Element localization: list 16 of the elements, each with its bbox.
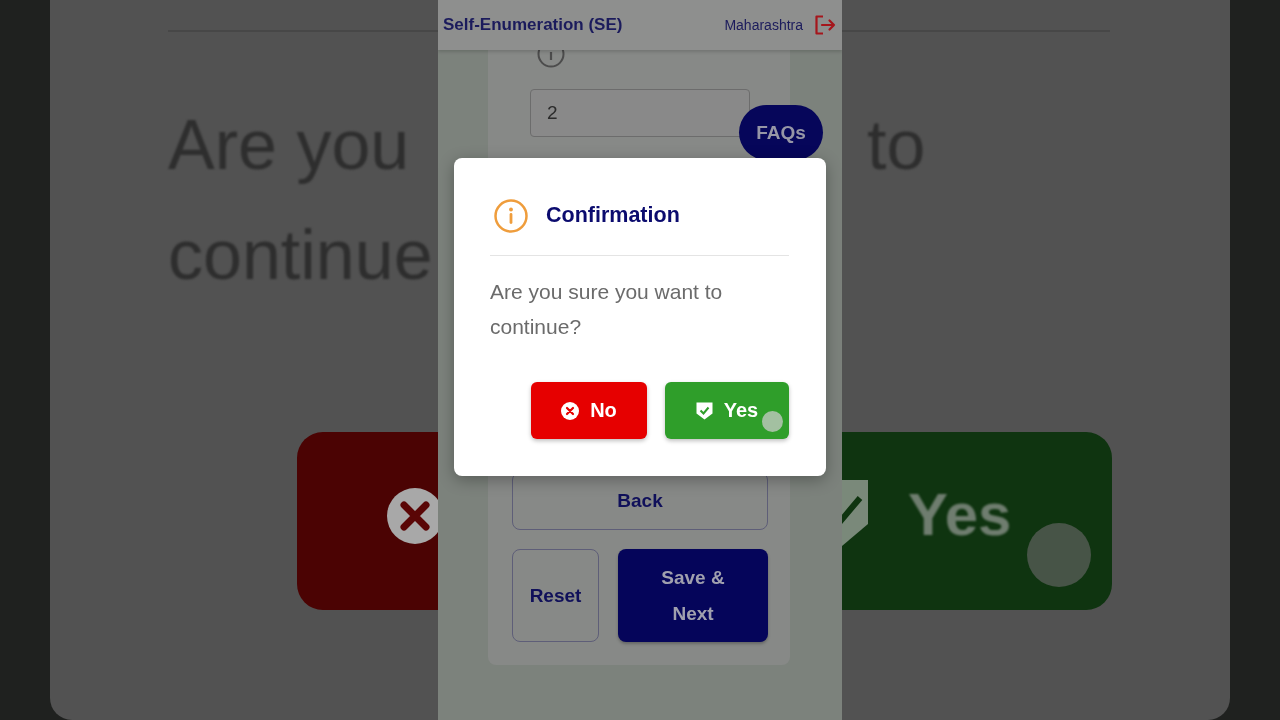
region-label: Maharashtra <box>724 17 803 33</box>
cancel-button[interactable]: No <box>531 382 647 439</box>
backdrop-text: Yes <box>908 479 1012 549</box>
info-icon <box>537 50 565 68</box>
logout-icon[interactable] <box>814 14 836 36</box>
dialog-message: Are you sure you want to continue? <box>490 279 724 340</box>
app-title: Self-Enumeration (SE) <box>443 15 623 35</box>
info-icon <box>494 198 528 233</box>
confirm-button[interactable]: Yes <box>665 382 789 439</box>
primary-button[interactable]: Save & Next <box>618 549 768 642</box>
dialog-title: Confirmation <box>546 203 680 228</box>
close-circle-icon <box>561 401 580 420</box>
input-field[interactable]: 2 <box>530 89 750 137</box>
secondary-button[interactable]: Reset <box>512 549 599 642</box>
faq-button[interactable]: FAQs <box>739 105 823 160</box>
shield-check-icon <box>695 401 713 420</box>
